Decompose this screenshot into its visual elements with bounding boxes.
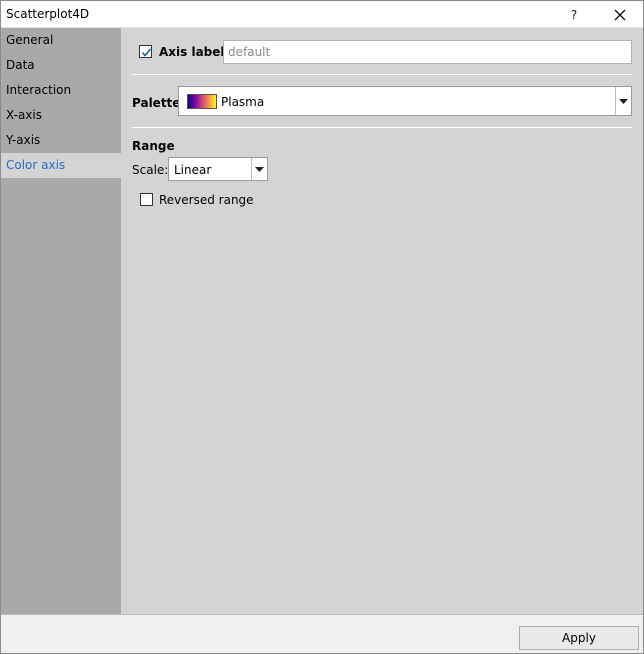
range-heading: Range <box>132 139 175 153</box>
axis-label-checkbox[interactable] <box>139 45 152 58</box>
apply-button[interactable]: Apply <box>519 626 639 650</box>
scale-select[interactable]: Linear <box>168 157 268 181</box>
axis-label-label: Axis label <box>159 45 225 59</box>
separator <box>132 74 632 75</box>
sidebar-item-interaction[interactable]: Interaction <box>1 78 121 103</box>
help-icon: ? <box>570 7 578 22</box>
sidebar-item-y-axis[interactable]: Y-axis <box>1 128 121 153</box>
sidebar-item-x-axis[interactable]: X-axis <box>1 103 121 128</box>
sidebar-item-general[interactable]: General <box>1 28 121 53</box>
sidebar-nav: General Data Interaction X-axis Y-axis C… <box>1 28 121 614</box>
axis-label-input[interactable]: default <box>223 40 632 64</box>
palette-select[interactable]: Plasma <box>178 86 632 116</box>
title-bar: Scatterplot4D ? <box>1 1 643 28</box>
plasma-swatch-icon <box>187 94 217 109</box>
chevron-down-icon <box>619 98 628 104</box>
sidebar-item-data[interactable]: Data <box>1 53 121 78</box>
settings-dialog: Scatterplot4D ? General Data Interaction… <box>0 0 644 654</box>
color-axis-panel: Axis label default Palette Plasma Range … <box>121 28 643 614</box>
checkmark-icon <box>141 48 152 57</box>
palette-dropdown-arrow[interactable] <box>615 87 631 115</box>
scale-label: Scale: <box>132 163 169 177</box>
dialog-footer: Apply <box>1 614 643 653</box>
separator <box>132 127 632 128</box>
close-button[interactable] <box>597 1 643 28</box>
close-icon <box>614 9 626 20</box>
chevron-down-icon <box>255 166 264 172</box>
palette-label: Palette <box>132 96 181 110</box>
window-title: Scatterplot4D <box>6 7 90 21</box>
scale-selected-value: Linear <box>174 163 212 177</box>
sidebar-item-color-axis[interactable]: Color axis <box>1 153 121 178</box>
help-button[interactable]: ? <box>557 1 591 28</box>
scale-dropdown-arrow[interactable] <box>251 158 267 180</box>
palette-selected-value: Plasma <box>221 95 265 109</box>
reversed-range-label: Reversed range <box>159 193 254 207</box>
reversed-range-checkbox[interactable] <box>140 193 153 206</box>
